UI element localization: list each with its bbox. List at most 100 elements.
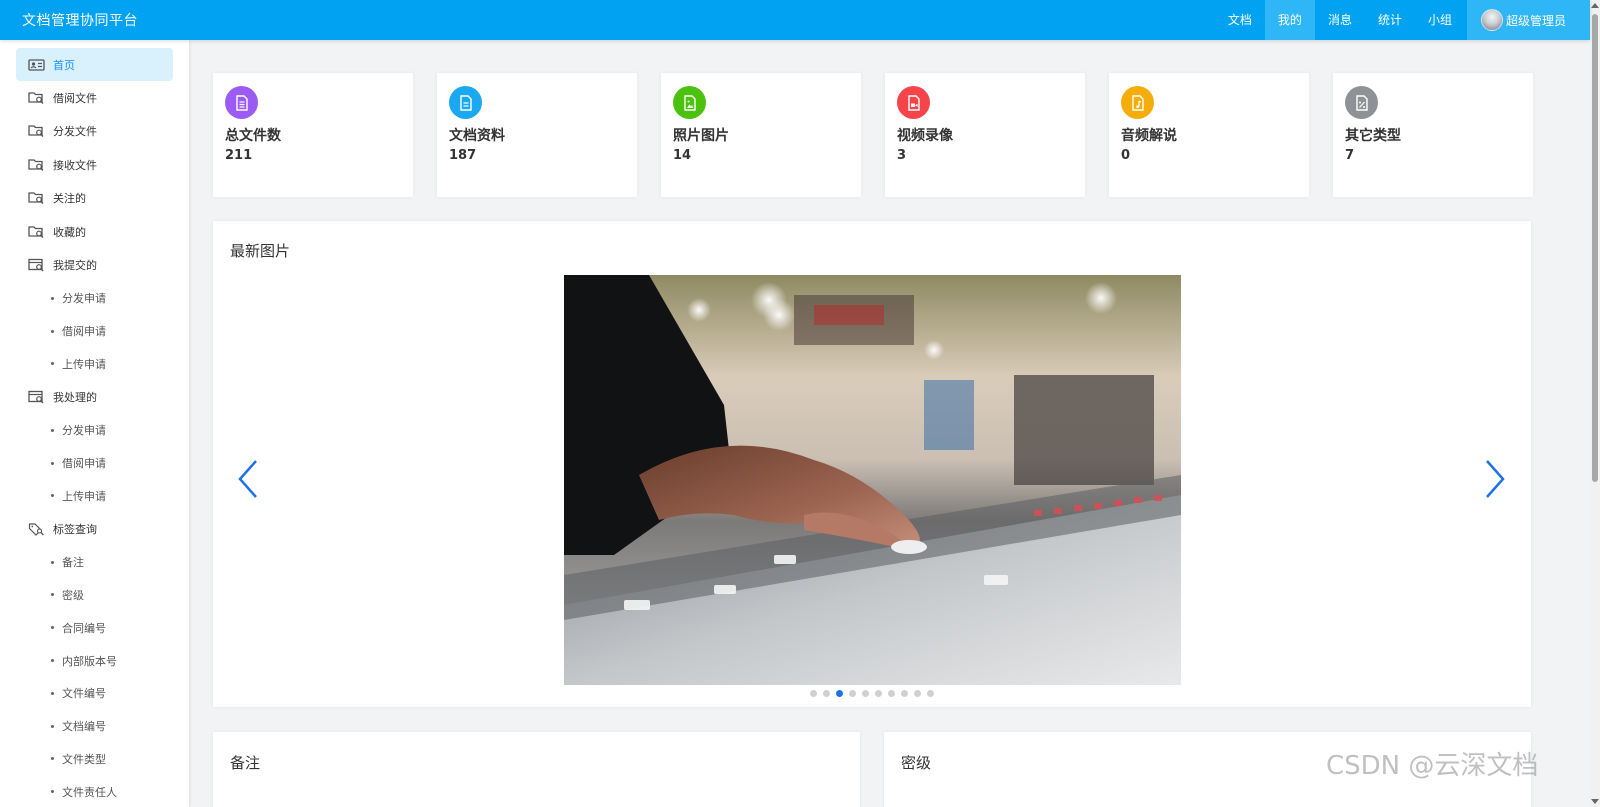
sidebar-item-distribute[interactable]: 分发文件 bbox=[0, 115, 189, 149]
sidebar-subitem-tag-file-owner[interactable]: 文件责任人 bbox=[0, 775, 189, 807]
bullet-dot bbox=[51, 428, 54, 432]
card-title: 密级 bbox=[901, 754, 932, 772]
sidebar-item-label: 我提交的 bbox=[53, 259, 97, 273]
sidebar-subitem-tag-doc-no[interactable]: 文档编号 bbox=[0, 710, 189, 743]
bullet-dot bbox=[51, 494, 54, 498]
folder-search-icon bbox=[28, 226, 44, 238]
nav-docs[interactable]: 文档 bbox=[1215, 0, 1265, 40]
carousel-dot[interactable] bbox=[875, 690, 882, 697]
sidebar-subitem-label: 文件类型 bbox=[62, 752, 106, 766]
stat-card-videos[interactable]: 视频录像 3 bbox=[885, 73, 1085, 197]
scroll-up-arrow-icon[interactable] bbox=[1591, 3, 1599, 8]
nav-mine[interactable]: 我的 bbox=[1264, 0, 1315, 40]
stat-value: 211 bbox=[225, 148, 253, 163]
nav-messages[interactable]: 消息 bbox=[1315, 0, 1365, 40]
sidebar-subitem-tag-secret-level[interactable]: 密级 bbox=[0, 579, 189, 612]
audio-file-icon bbox=[1131, 94, 1144, 111]
carousel-dot[interactable] bbox=[888, 690, 895, 697]
sidebar-item-tag-query[interactable]: 标签查询 bbox=[0, 512, 189, 546]
carousel-dot[interactable] bbox=[810, 690, 817, 697]
window-search-icon bbox=[28, 259, 44, 272]
sidebar-item-label: 借阅文件 bbox=[53, 91, 97, 105]
stat-label: 其它类型 bbox=[1345, 128, 1401, 144]
sidebar: 首页 借阅文件 分发文件 接收文件 关注的 收藏的 我提交的 分发申请 借阅申请… bbox=[0, 40, 189, 807]
sidebar-item-label: 分发文件 bbox=[53, 125, 97, 139]
sidebar-item-receive[interactable]: 接收文件 bbox=[0, 148, 189, 182]
sidebar-item-home[interactable]: 首页 bbox=[16, 48, 173, 81]
tag-search-icon bbox=[28, 523, 44, 536]
stat-label: 总文件数 bbox=[225, 128, 281, 144]
sidebar-subitem-submitted-upload[interactable]: 上传申请 bbox=[0, 348, 189, 381]
carousel-image[interactable] bbox=[564, 275, 1181, 685]
carousel-indicators bbox=[810, 690, 934, 697]
stat-value: 14 bbox=[673, 148, 692, 163]
bullet-dot bbox=[51, 461, 54, 465]
other-file-icon bbox=[1355, 94, 1368, 111]
stat-cards: 总文件数 211 文档资料 187 照片图片 14 视频录像 3 音频解说 0 … bbox=[213, 73, 1533, 197]
stat-card-other[interactable]: 其它类型 7 bbox=[1333, 73, 1533, 197]
stat-card-images[interactable]: 照片图片 14 bbox=[661, 73, 861, 197]
bullet-dot bbox=[51, 790, 54, 794]
bullet-dot bbox=[51, 626, 54, 630]
carousel-dot[interactable] bbox=[862, 690, 869, 697]
carousel-dot[interactable] bbox=[849, 690, 856, 697]
sidebar-subitem-label: 备注 bbox=[62, 556, 84, 570]
carousel-dot[interactable] bbox=[914, 690, 921, 697]
id-card-icon bbox=[28, 58, 45, 71]
sidebar-item-handled[interactable]: 我处理的 bbox=[0, 380, 189, 414]
sidebar-subitem-label: 借阅申请 bbox=[62, 325, 106, 339]
app-title: 文档管理协同平台 bbox=[22, 13, 138, 29]
stat-label: 音频解说 bbox=[1121, 128, 1177, 144]
stat-value: 0 bbox=[1121, 148, 1131, 163]
carousel-dot[interactable] bbox=[927, 690, 934, 697]
carousel-dot[interactable] bbox=[823, 690, 830, 697]
folder-search-icon bbox=[28, 192, 44, 205]
sidebar-subitem-tag-file-type[interactable]: 文件类型 bbox=[0, 743, 189, 776]
sidebar-item-submitted[interactable]: 我提交的 bbox=[0, 249, 189, 283]
bullet-dot bbox=[51, 560, 54, 564]
sidebar-subitem-tag-internal-version[interactable]: 内部版本号 bbox=[0, 644, 189, 677]
image-file-icon bbox=[683, 94, 696, 111]
stat-label: 文档资料 bbox=[449, 128, 505, 144]
sidebar-subitem-label: 分发申请 bbox=[62, 292, 106, 306]
carousel-dot[interactable] bbox=[901, 690, 908, 697]
sidebar-subitem-handled-distribute[interactable]: 分发申请 bbox=[0, 414, 189, 447]
sidebar-subitem-handled-upload[interactable]: 上传申请 bbox=[0, 479, 189, 512]
sidebar-subitem-handled-borrow[interactable]: 借阅申请 bbox=[0, 447, 189, 480]
avatar bbox=[1480, 9, 1503, 31]
carousel-next-button[interactable] bbox=[1483, 459, 1507, 499]
sidebar-item-favorite[interactable]: 收藏的 bbox=[0, 215, 189, 249]
sidebar-subitem-submitted-borrow[interactable]: 借阅申请 bbox=[0, 315, 189, 348]
stat-card-audio[interactable]: 音频解说 0 bbox=[1109, 73, 1309, 197]
carousel-prev-button[interactable] bbox=[236, 459, 260, 499]
top-bar: 文档管理协同平台 文档 我的 消息 统计 小组 超级管理员 bbox=[0, 0, 1590, 40]
nav-stats[interactable]: 统计 bbox=[1365, 0, 1415, 40]
user-menu[interactable]: 超级管理员 bbox=[1466, 0, 1590, 40]
sidebar-subitem-tag-file-no[interactable]: 文件编号 bbox=[0, 677, 189, 710]
sidebar-subitem-label: 上传申请 bbox=[62, 357, 106, 371]
sidebar-item-label: 我处理的 bbox=[53, 391, 97, 405]
page-scrollbar[interactable] bbox=[1590, 0, 1600, 807]
stat-card-documents[interactable]: 文档资料 187 bbox=[437, 73, 637, 197]
bullet-dot bbox=[51, 659, 54, 663]
stat-card-total[interactable]: 总文件数 211 bbox=[213, 73, 413, 197]
carousel-dot-active[interactable] bbox=[836, 690, 843, 697]
sidebar-subitem-submitted-distribute[interactable]: 分发申请 bbox=[0, 282, 189, 315]
stat-icon-bg bbox=[449, 86, 482, 119]
sidebar-item-label: 首页 bbox=[53, 58, 75, 72]
mixing-console-photo bbox=[564, 275, 1181, 685]
sidebar-subitem-tag-remark[interactable]: 备注 bbox=[0, 546, 189, 579]
sidebar-item-borrow[interactable]: 借阅文件 bbox=[0, 81, 189, 115]
sidebar-item-follow[interactable]: 关注的 bbox=[0, 182, 189, 216]
top-nav: 文档 我的 消息 统计 小组 bbox=[1215, 0, 1465, 40]
sidebar-subitem-label: 借阅申请 bbox=[62, 457, 106, 471]
chevron-left-icon bbox=[238, 460, 257, 498]
bullet-dot bbox=[51, 757, 54, 761]
nav-groups[interactable]: 小组 bbox=[1415, 0, 1465, 40]
window-search-icon bbox=[28, 390, 44, 404]
stat-icon-bg bbox=[673, 86, 706, 119]
stat-value: 3 bbox=[897, 148, 907, 163]
scroll-down-arrow-icon[interactable] bbox=[1591, 799, 1599, 804]
sidebar-subitem-tag-contract-no[interactable]: 合同编号 bbox=[0, 611, 189, 644]
scroll-thumb[interactable] bbox=[1592, 14, 1598, 482]
